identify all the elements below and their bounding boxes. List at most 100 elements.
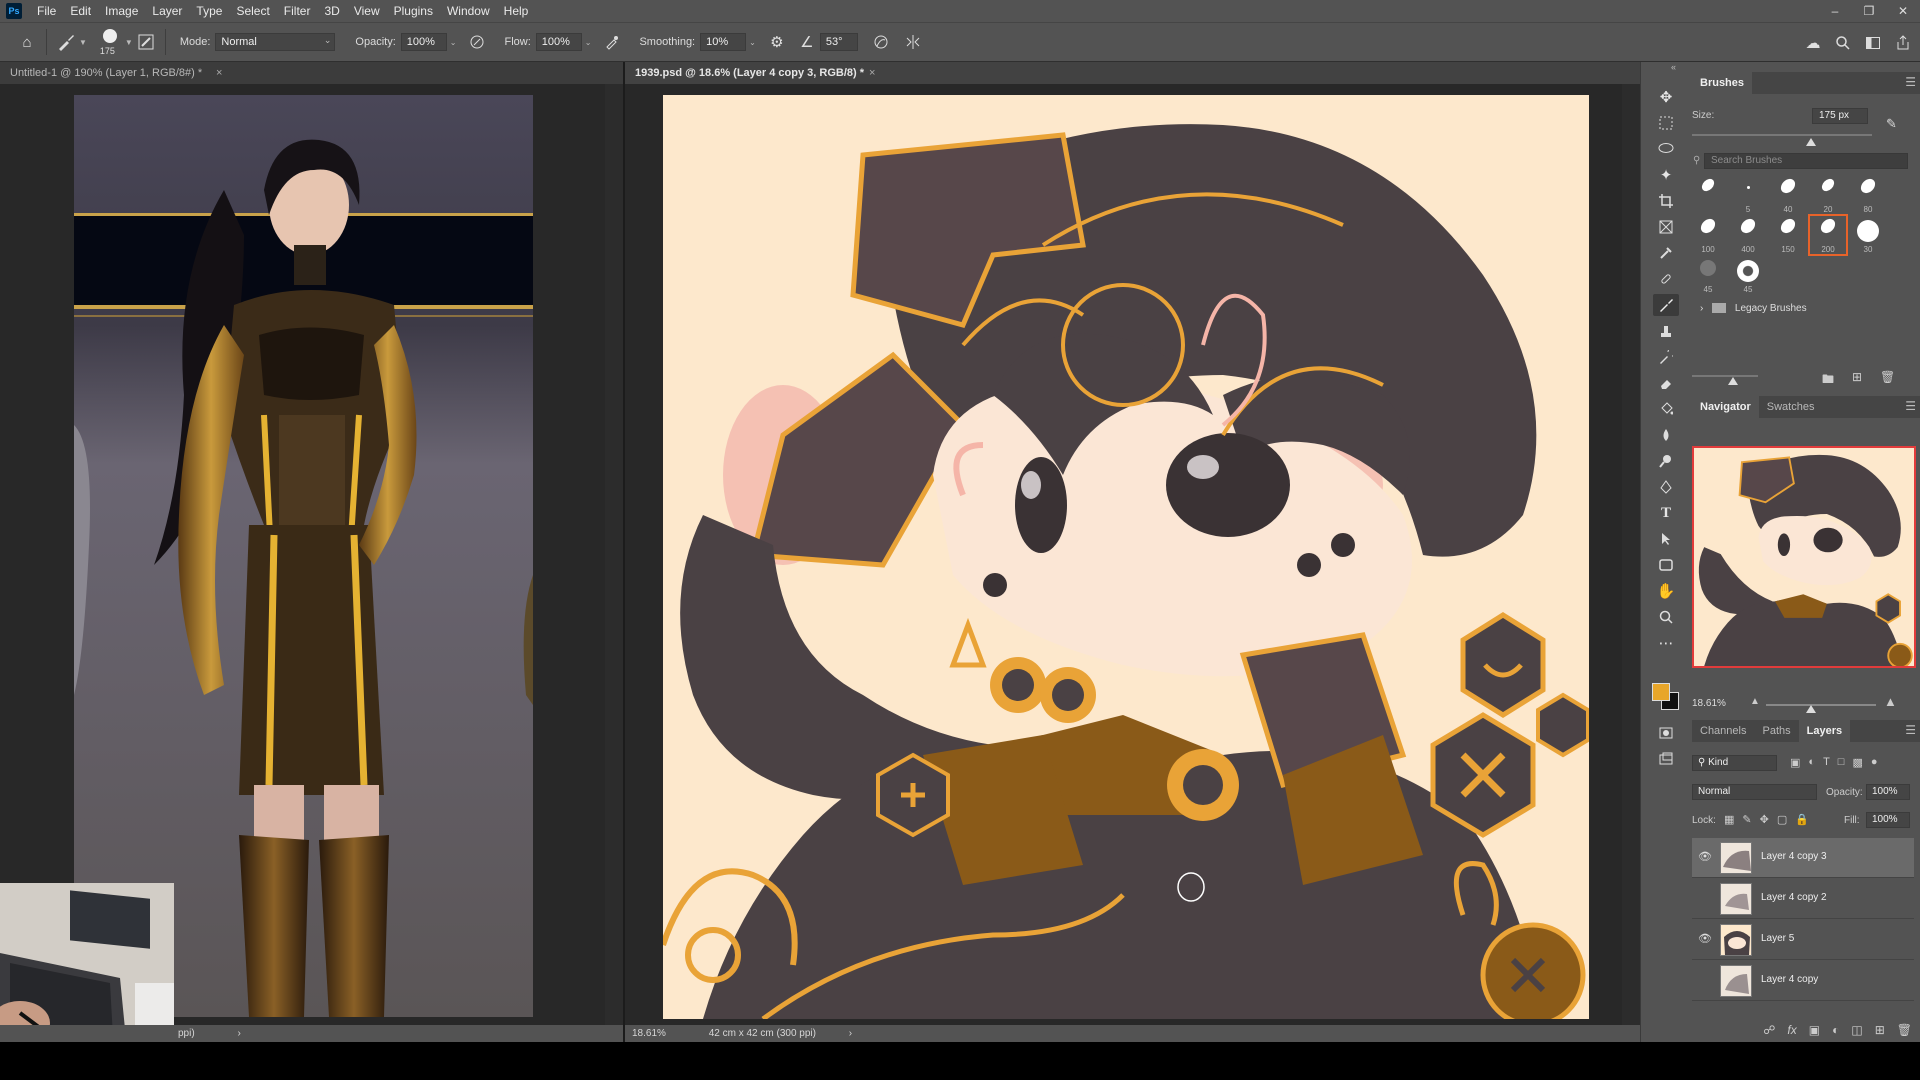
tab-brushes[interactable]: Brushes — [1692, 72, 1753, 94]
trash-icon[interactable]: 🗑 — [1880, 370, 1895, 384]
brush-tip[interactable]: 150 — [1770, 216, 1806, 254]
lasso-icon[interactable] — [1653, 138, 1679, 160]
menu-window[interactable]: Window — [440, 0, 497, 22]
eyedropper-icon[interactable] — [1653, 242, 1679, 264]
magic-wand-icon[interactable]: ✦ — [1653, 164, 1679, 186]
visibility-eye-icon[interactable]: 👁 — [1698, 933, 1712, 945]
brush-settings-toggle-icon[interactable]: ✎ — [1886, 116, 1906, 134]
layer-row[interactable]: Layer 4 copy 2 — [1692, 879, 1914, 919]
brush-tip[interactable]: 100 — [1690, 216, 1726, 254]
layer-row[interactable]: 👁 Layer 5 — [1692, 920, 1914, 960]
frame-icon[interactable] — [1653, 216, 1679, 238]
history-brush-icon[interactable] — [1653, 346, 1679, 368]
brush-tip[interactable]: 400 — [1730, 216, 1766, 254]
navigator-preview[interactable] — [1692, 446, 1916, 668]
zoom-in-icon[interactable]: ▲ — [1884, 694, 1897, 709]
smoothing-field[interactable]: 10% — [700, 33, 747, 51]
menu-file[interactable]: File — [30, 0, 63, 22]
lock-all-icon[interactable]: 🔒 — [1795, 813, 1809, 826]
pixel-filter-icon[interactable]: ▣ — [1790, 756, 1800, 769]
shape-filter-icon[interactable]: □ — [1838, 756, 1845, 769]
menu-type[interactable]: Type — [189, 0, 229, 22]
type-icon[interactable]: T — [1653, 502, 1679, 524]
lock-artboard-icon[interactable]: ▢ — [1777, 813, 1787, 826]
legacy-brushes-folder[interactable]: › Legacy Brushes — [1700, 303, 1807, 314]
brush-tip[interactable]: 20 — [1810, 176, 1846, 214]
illustration-canvas[interactable] — [663, 95, 1589, 1019]
menu-layer[interactable]: Layer — [145, 0, 189, 22]
layer-blend-mode-select[interactable]: Normal — [1692, 784, 1817, 800]
tab-navigator[interactable]: Navigator — [1692, 396, 1759, 418]
tab-channels[interactable]: Channels — [1692, 720, 1754, 742]
panel-menu-icon[interactable]: ☰ — [1905, 723, 1916, 737]
panel-menu-icon[interactable]: ☰ — [1905, 399, 1916, 413]
blur-icon[interactable] — [1653, 424, 1679, 446]
new-group-icon[interactable]: ◫ — [1851, 1023, 1862, 1037]
angle-field[interactable]: 53° — [819, 33, 858, 51]
stamp-icon[interactable] — [1653, 320, 1679, 342]
brush-tip-selected[interactable]: 200 — [1808, 214, 1848, 256]
shape-icon[interactable] — [1653, 554, 1679, 576]
foreground-color-swatch[interactable] — [1652, 683, 1670, 701]
airbrush-icon[interactable] — [599, 29, 625, 55]
smart-object-filter-icon[interactable]: ▩ — [1852, 756, 1862, 769]
chevron-down-icon[interactable]: ⌄ — [749, 38, 756, 47]
layer-row[interactable]: 👁 Layer 4 copy 3 — [1692, 838, 1914, 878]
slider-handle[interactable] — [1728, 377, 1738, 385]
flow-field[interactable]: 100% — [535, 33, 582, 51]
new-group-icon[interactable]: 🖿 — [1822, 370, 1834, 391]
minimize-icon[interactable]: – — [1818, 0, 1852, 22]
reference-photo[interactable] — [74, 95, 533, 1017]
share-icon[interactable] — [1890, 30, 1916, 56]
new-layer-icon[interactable]: ⊞ — [1875, 1023, 1885, 1037]
lock-pixels-icon[interactable]: ✎ — [1742, 813, 1751, 826]
layer-fill-field[interactable]: 100% — [1866, 812, 1910, 828]
navigator-zoom-value[interactable]: 18.61% — [1692, 698, 1726, 709]
brush-tip[interactable]: 30 — [1850, 216, 1886, 254]
path-select-icon[interactable] — [1653, 528, 1679, 550]
zoom-readout[interactable]: 18.61% — [632, 1028, 666, 1039]
new-brush-icon[interactable]: ⊞ — [1852, 370, 1862, 384]
dodge-icon[interactable] — [1653, 450, 1679, 472]
brush-tip[interactable]: 40 — [1770, 176, 1806, 214]
adjustment-filter-icon[interactable]: ◐ — [1808, 756, 1815, 769]
brush-tip[interactable]: 45 — [1690, 256, 1726, 294]
lock-position-icon[interactable]: ✥ — [1760, 813, 1769, 826]
panel-menu-icon[interactable]: ☰ — [1905, 75, 1916, 89]
brush-tip[interactable]: 5 — [1730, 176, 1766, 214]
menu-select[interactable]: Select — [229, 0, 276, 22]
screen-mode-icon[interactable] — [1653, 748, 1679, 770]
symmetry-icon[interactable] — [900, 29, 926, 55]
more-icon[interactable]: ⋯ — [1653, 632, 1679, 654]
document-tab-untitled[interactable]: Untitled-1 @ 190% (Layer 1, RGB/8#) * × — [0, 62, 623, 84]
move-icon[interactable]: ✥ — [1653, 86, 1679, 108]
eraser-icon[interactable] — [1653, 372, 1679, 394]
menu-plugins[interactable]: Plugins — [387, 0, 440, 22]
mode-select[interactable]: Normal ⌄ — [215, 33, 336, 51]
brush-tip[interactable] — [1690, 176, 1726, 214]
brush-size-field[interactable]: 175 px — [1812, 108, 1868, 124]
brush-tip[interactable]: 80 — [1850, 176, 1886, 214]
pressure-size-icon[interactable] — [868, 29, 894, 55]
search-icon[interactable] — [1830, 30, 1856, 56]
document-tab-1939[interactable]: 1939.psd @ 18.6% (Layer 4 copy 3, RGB/8)… — [625, 62, 1640, 84]
quick-mask-icon[interactable] — [1653, 722, 1679, 744]
chevron-down-icon[interactable]: ⌄ — [585, 38, 592, 47]
type-filter-icon[interactable]: T — [1823, 756, 1830, 769]
tab-paths[interactable]: Paths — [1754, 720, 1798, 742]
zoom-icon[interactable] — [1653, 606, 1679, 628]
menu-edit[interactable]: Edit — [63, 0, 98, 22]
brush-preview-size-slider[interactable] — [1692, 375, 1758, 377]
cloud-docs-icon[interactable]: ☁ — [1800, 30, 1826, 56]
fx-icon[interactable]: fx — [1787, 1023, 1796, 1037]
brush-tip[interactable]: 45 — [1730, 256, 1766, 294]
collapse-icon[interactable]: « — [1671, 62, 1676, 72]
status-arrow[interactable]: › — [849, 1028, 852, 1039]
menu-view[interactable]: View — [347, 0, 387, 22]
hand-icon[interactable]: ✋ — [1653, 580, 1679, 602]
navigator-zoom-slider[interactable] — [1766, 704, 1876, 706]
close-icon[interactable]: ✕ — [1886, 0, 1920, 22]
gear-icon[interactable]: ⚙ — [764, 29, 790, 55]
pen-icon[interactable] — [1653, 476, 1679, 498]
menu-filter[interactable]: Filter — [277, 0, 318, 22]
